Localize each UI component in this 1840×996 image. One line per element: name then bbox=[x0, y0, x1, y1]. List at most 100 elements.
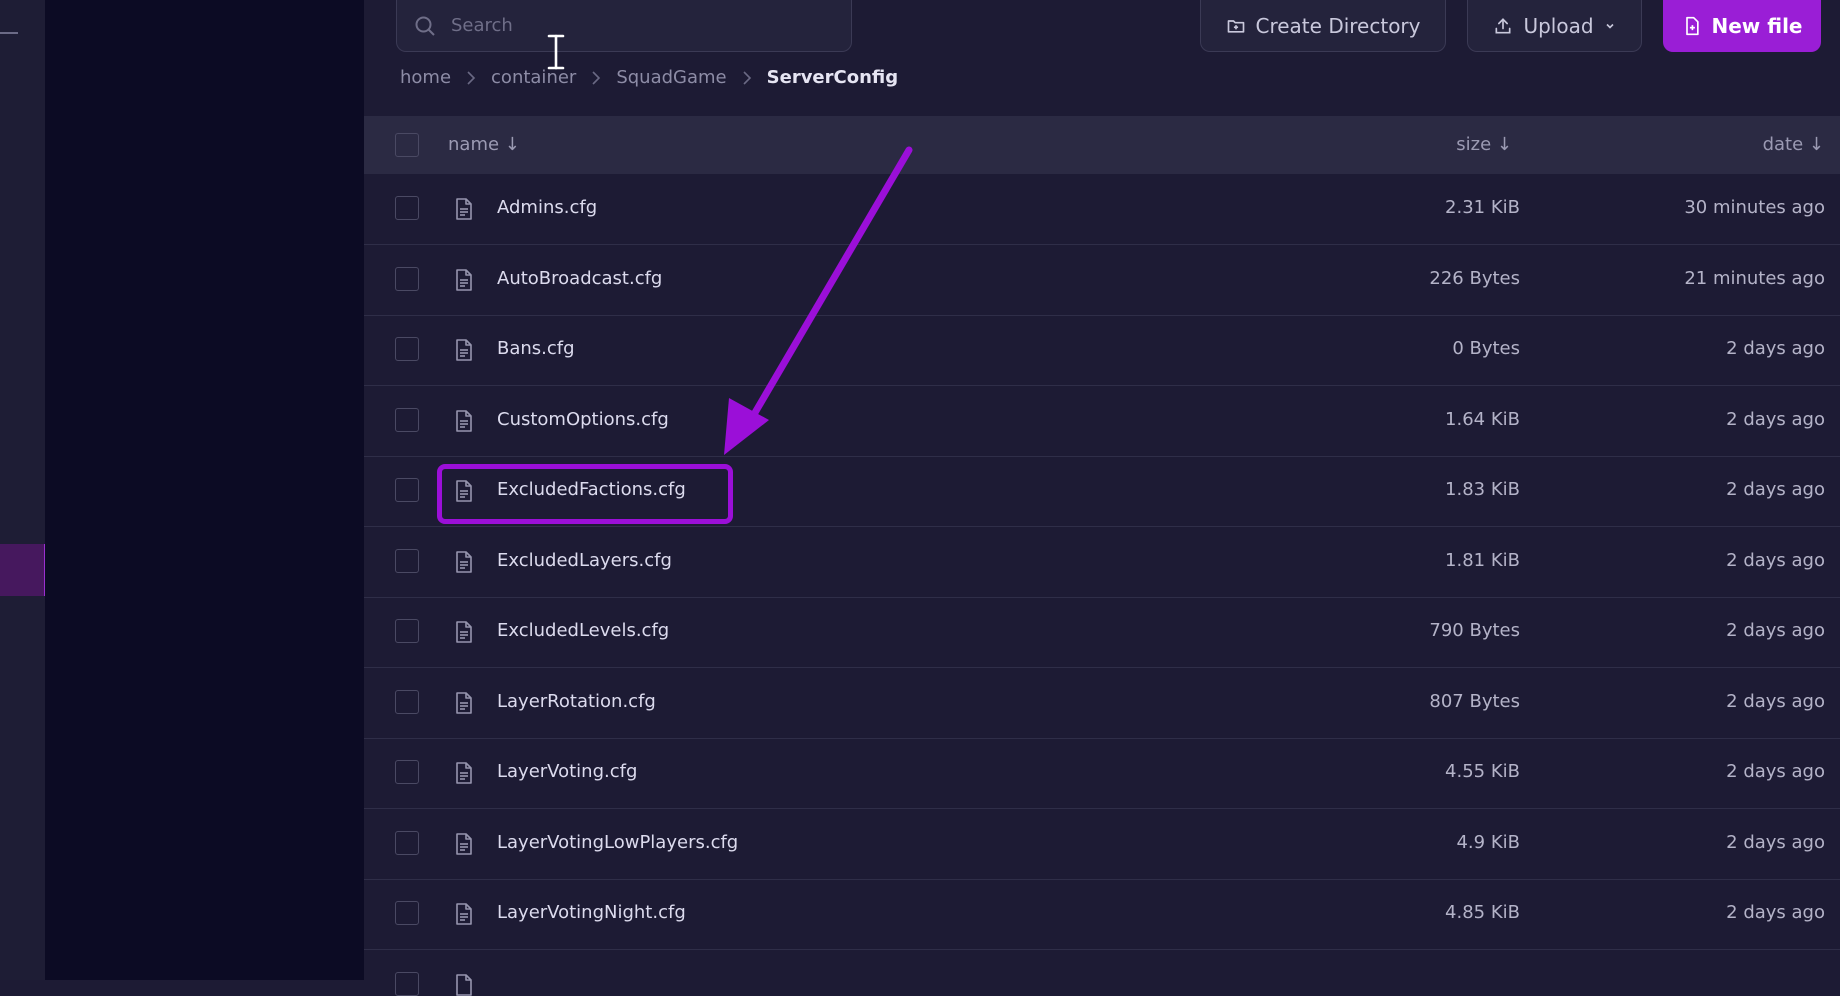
file-date: 2 days ago bbox=[1726, 479, 1825, 500]
rail-active-item[interactable] bbox=[0, 544, 46, 596]
upload-button[interactable]: Upload bbox=[1467, 0, 1642, 52]
file-name[interactable]: CustomOptions.cfg bbox=[497, 409, 669, 430]
file-size: 4.85 KiB bbox=[1445, 902, 1520, 923]
file-name[interactable]: LayerVoting.cfg bbox=[497, 761, 637, 782]
file-date: 2 days ago bbox=[1726, 832, 1825, 853]
file-icon bbox=[456, 269, 472, 291]
table-row[interactable]: LayerVoting.cfg 4.55 KiB 2 days ago bbox=[364, 738, 1840, 809]
file-size: 226 Bytes bbox=[1429, 268, 1520, 289]
rail-divider bbox=[0, 32, 18, 34]
create-directory-label: Create Directory bbox=[1255, 13, 1421, 38]
chevron-right-icon bbox=[465, 70, 477, 86]
file-name[interactable]: Admins.cfg bbox=[497, 197, 597, 218]
table-row[interactable]: CustomOptions.cfg 1.64 KiB 2 days ago bbox=[364, 386, 1840, 457]
file-size: 790 Bytes bbox=[1429, 620, 1520, 641]
row-checkbox[interactable] bbox=[395, 408, 419, 432]
file-name[interactable]: LayerRotation.cfg bbox=[497, 691, 656, 712]
table-row[interactable]: LayerRotation.cfg 807 Bytes 2 days ago bbox=[364, 668, 1840, 739]
table-row[interactable]: ExcludedLayers.cfg 1.81 KiB 2 days ago bbox=[364, 527, 1840, 598]
table-row[interactable]: Admins.cfg 2.31 KiB 30 minutes ago bbox=[364, 174, 1840, 245]
file-icon bbox=[456, 692, 472, 714]
file-size: 4.55 KiB bbox=[1445, 761, 1520, 782]
row-checkbox[interactable] bbox=[395, 760, 419, 784]
file-date: 30 minutes ago bbox=[1684, 197, 1825, 218]
file-icon bbox=[456, 903, 472, 925]
file-name[interactable]: ExcludedFactions.cfg bbox=[497, 479, 686, 500]
create-directory-button[interactable]: Create Directory bbox=[1200, 0, 1446, 52]
file-icon bbox=[456, 833, 472, 855]
file-icon bbox=[456, 621, 472, 643]
file-size: 1.83 KiB bbox=[1445, 479, 1520, 500]
table-row[interactable]: ExcludedLevels.cfg 790 Bytes 2 days ago bbox=[364, 597, 1840, 668]
table-row-partial[interactable] bbox=[364, 950, 1840, 996]
file-size: 1.81 KiB bbox=[1445, 550, 1520, 571]
row-checkbox[interactable] bbox=[395, 196, 419, 220]
file-name[interactable]: ExcludedLayers.cfg bbox=[497, 550, 672, 571]
file-size: 1.64 KiB bbox=[1445, 409, 1520, 430]
file-date: 2 days ago bbox=[1726, 409, 1825, 430]
file-name[interactable]: AutoBroadcast.cfg bbox=[497, 268, 662, 289]
table-row[interactable]: LayerVotingLowPlayers.cfg 4.9 KiB 2 days… bbox=[364, 809, 1840, 880]
row-checkbox[interactable] bbox=[395, 267, 419, 291]
file-icon bbox=[456, 198, 472, 220]
breadcrumb-squadgame[interactable]: SquadGame bbox=[616, 67, 726, 88]
search-input[interactable] bbox=[449, 14, 833, 37]
row-checkbox[interactable] bbox=[395, 831, 419, 855]
row-checkbox[interactable] bbox=[395, 549, 419, 573]
chevron-right-icon bbox=[590, 70, 602, 86]
table-row[interactable]: LayerVotingNight.cfg 4.85 KiB 2 days ago bbox=[364, 879, 1840, 950]
row-checkbox[interactable] bbox=[395, 972, 419, 996]
column-header-name[interactable]: name ↓ bbox=[448, 134, 520, 155]
file-date: 2 days ago bbox=[1726, 691, 1825, 712]
upload-label: Upload bbox=[1523, 13, 1594, 38]
file-icon bbox=[456, 762, 472, 784]
text-cursor-icon bbox=[547, 34, 565, 70]
select-all-checkbox[interactable] bbox=[395, 133, 419, 157]
sidebar bbox=[45, 0, 364, 980]
row-checkbox[interactable] bbox=[395, 619, 419, 643]
table-header: name ↓ size ↓ date ↓ bbox=[364, 116, 1840, 174]
table-row[interactable]: AutoBroadcast.cfg 226 Bytes 21 minutes a… bbox=[364, 245, 1840, 316]
file-icon bbox=[456, 551, 472, 573]
row-checkbox[interactable] bbox=[395, 690, 419, 714]
breadcrumb-home[interactable]: home bbox=[400, 67, 451, 88]
breadcrumb-current: ServerConfig bbox=[766, 67, 899, 88]
file-date: 2 days ago bbox=[1726, 550, 1825, 571]
file-icon bbox=[456, 339, 472, 361]
table-row[interactable]: Bans.cfg 0 Bytes 2 days ago bbox=[364, 315, 1840, 386]
file-size: 807 Bytes bbox=[1429, 691, 1520, 712]
breadcrumb: home container SquadGame ServerConfig bbox=[400, 67, 898, 88]
new-file-label: New file bbox=[1711, 13, 1803, 38]
file-icon bbox=[456, 480, 472, 502]
file-date: 2 days ago bbox=[1726, 338, 1825, 359]
row-checkbox[interactable] bbox=[395, 478, 419, 502]
file-icon bbox=[456, 410, 472, 432]
file-icon bbox=[456, 974, 472, 996]
file-date: 21 minutes ago bbox=[1684, 268, 1825, 289]
column-header-size[interactable]: size ↓ bbox=[1456, 134, 1512, 155]
new-file-button[interactable]: New file bbox=[1663, 0, 1821, 52]
upload-icon bbox=[1495, 17, 1511, 33]
file-size: 2.31 KiB bbox=[1445, 197, 1520, 218]
file-name[interactable]: LayerVotingNight.cfg bbox=[497, 902, 686, 923]
file-date: 2 days ago bbox=[1726, 620, 1825, 641]
icon-rail bbox=[0, 0, 46, 980]
chevron-right-icon bbox=[741, 70, 753, 86]
row-checkbox[interactable] bbox=[395, 901, 419, 925]
chevron-down-icon bbox=[1605, 23, 1614, 29]
breadcrumb-container[interactable]: container bbox=[491, 67, 576, 88]
search-icon bbox=[415, 16, 435, 36]
search-box[interactable] bbox=[396, 0, 852, 52]
file-date: 2 days ago bbox=[1726, 761, 1825, 782]
file-name[interactable]: Bans.cfg bbox=[497, 338, 575, 359]
table-row[interactable]: ExcludedFactions.cfg 1.83 KiB 2 days ago bbox=[364, 456, 1840, 527]
file-size: 0 Bytes bbox=[1452, 338, 1520, 359]
column-header-date[interactable]: date ↓ bbox=[1763, 134, 1824, 155]
folder-plus-icon bbox=[1227, 19, 1244, 33]
file-size: 4.9 KiB bbox=[1456, 832, 1520, 853]
file-name[interactable]: ExcludedLevels.cfg bbox=[497, 620, 669, 641]
file-name[interactable]: LayerVotingLowPlayers.cfg bbox=[497, 832, 738, 853]
file-plus-icon bbox=[1685, 16, 1699, 35]
file-date: 2 days ago bbox=[1726, 902, 1825, 923]
row-checkbox[interactable] bbox=[395, 337, 419, 361]
